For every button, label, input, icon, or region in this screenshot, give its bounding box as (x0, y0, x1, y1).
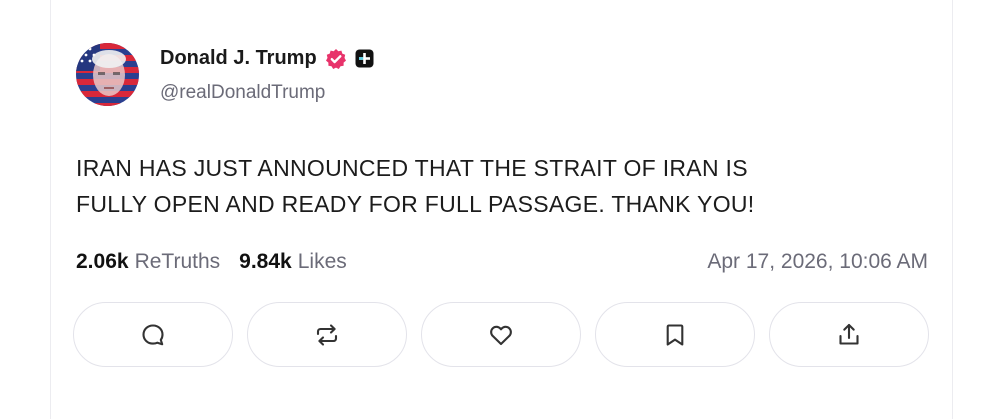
likes-label: Likes (297, 250, 347, 273)
retruths-stat[interactable]: 2.06k ReTruths (76, 250, 220, 274)
retruths-label: ReTruths (134, 250, 221, 273)
like-button[interactable] (421, 302, 581, 367)
post-stats: 2.06k ReTruths 9.84k Likes (76, 250, 366, 274)
post-header: Donald J. Trump @realDonaldTrump (76, 43, 374, 106)
post-card: Donald J. Trump @realDonaldTrump IRAN HA… (50, 0, 953, 419)
post-body-text: IRAN HAS JUST ANNOUNCED THAT THE STRAIT … (76, 155, 755, 217)
repost-icon (312, 321, 342, 349)
verified-badge-icon (325, 48, 347, 70)
author-info: Donald J. Trump @realDonaldTrump (160, 46, 374, 104)
reply-button[interactable] (73, 302, 233, 367)
post-actions (73, 302, 929, 367)
likes-count: 9.84k (239, 250, 292, 273)
share-button[interactable] (769, 302, 929, 367)
author-handle[interactable]: @realDonaldTrump (160, 82, 374, 104)
bookmark-button[interactable] (595, 302, 755, 367)
retruth-button[interactable] (247, 302, 407, 367)
avatar[interactable] (76, 43, 139, 106)
heart-icon (486, 321, 516, 349)
author-display-name[interactable]: Donald J. Trump (160, 47, 317, 70)
likes-stat[interactable]: 9.84k Likes (239, 250, 347, 274)
retruths-count: 2.06k (76, 250, 129, 273)
share-icon (835, 321, 863, 349)
author-name-row: Donald J. Trump (160, 46, 374, 72)
post-timestamp[interactable]: Apr 17, 2026, 10:06 AM (707, 250, 928, 274)
comment-icon (139, 321, 167, 349)
plus-badge-icon (355, 49, 374, 68)
bookmark-icon (662, 321, 688, 349)
